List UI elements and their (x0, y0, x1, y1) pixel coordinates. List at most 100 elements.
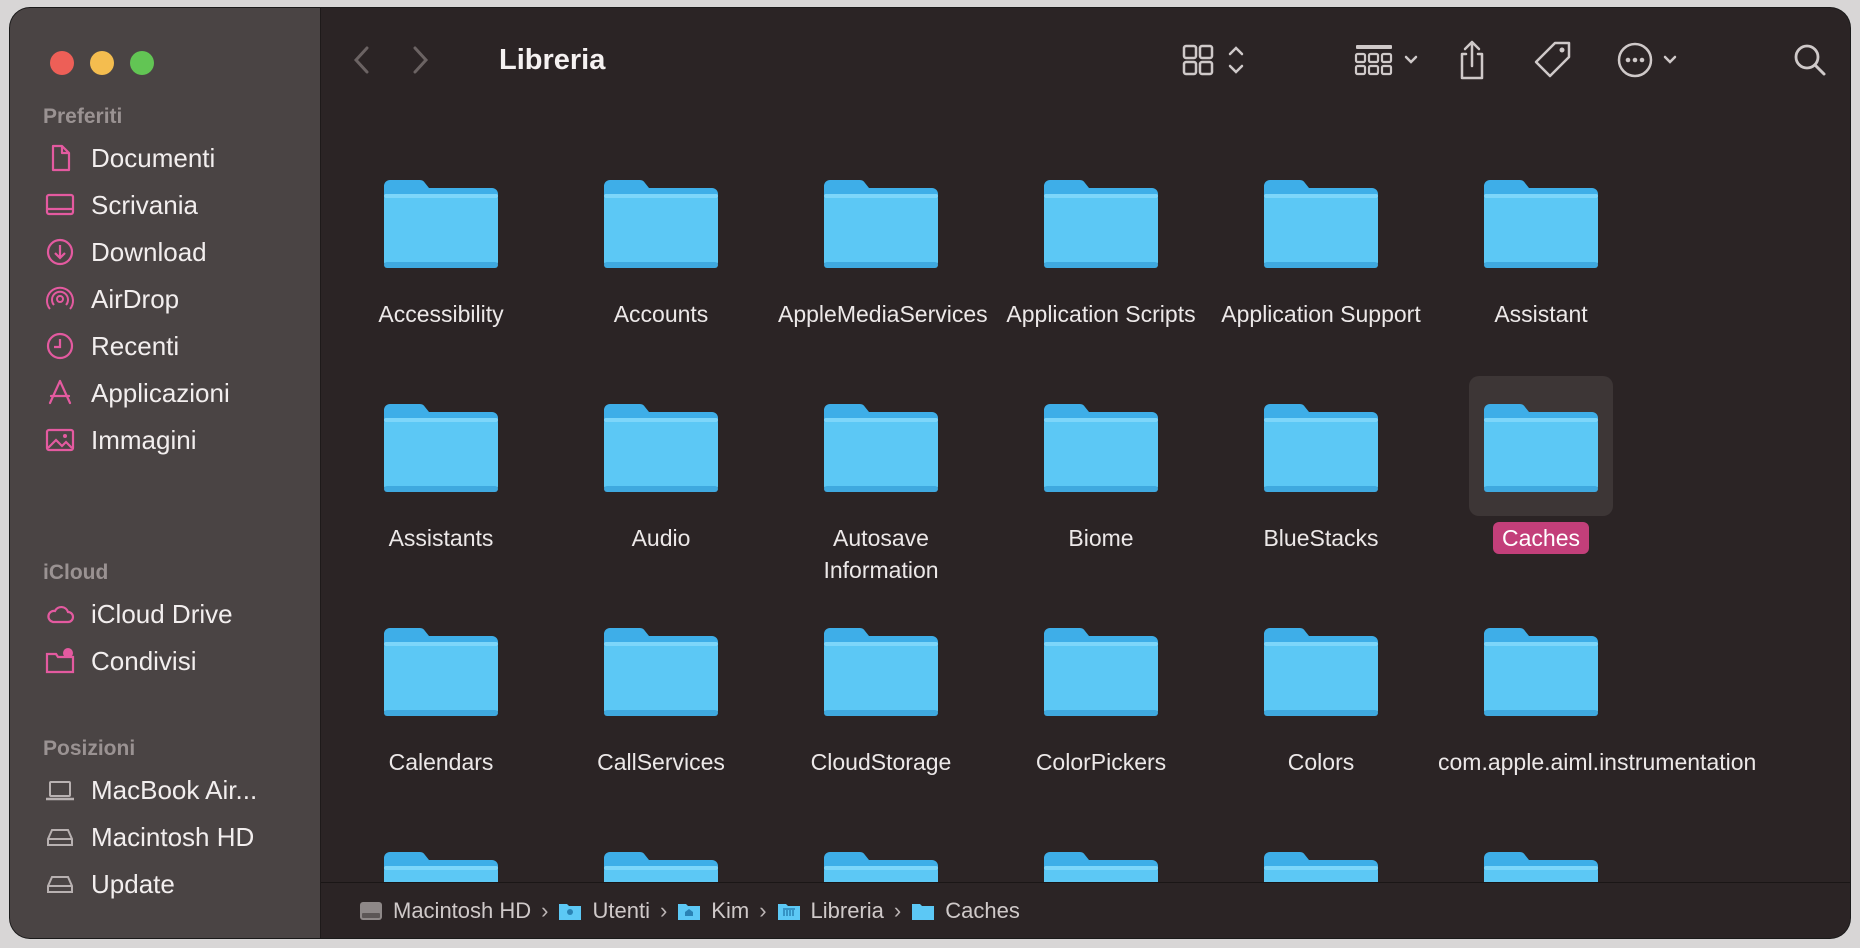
chevron-right-icon: › (541, 897, 549, 923)
folder-item-partial-21[interactable] (996, 824, 1206, 882)
disk-icon (359, 900, 385, 922)
sidebar-item-label: Download (91, 236, 207, 267)
sidebar-item-airdrop[interactable]: AirDrop (43, 277, 303, 321)
more-actions-button[interactable] (1617, 38, 1681, 82)
folder-item-partial-20[interactable] (776, 824, 986, 882)
group-grid-icon (1354, 45, 1418, 76)
path-crumb-kim[interactable]: Kim (677, 898, 749, 924)
folder-item-application-scripts[interactable]: Application Scripts (996, 152, 1206, 330)
folder-item-partial-23[interactable] (1436, 824, 1646, 882)
path-crumb-caches[interactable]: Caches (911, 898, 1020, 924)
folder-label: Accessibility (378, 301, 504, 327)
search-button[interactable] (1790, 38, 1830, 82)
view-mode-button[interactable] (1182, 38, 1252, 82)
folder-item-audio[interactable]: Audio (556, 376, 766, 554)
minimize-window-button[interactable] (90, 51, 114, 75)
folder-icon (1249, 824, 1393, 882)
folder-icon (809, 824, 953, 882)
folder-item-partial-18[interactable] (336, 824, 546, 882)
folder-item-colorpickers[interactable]: ColorPickers (996, 600, 1206, 778)
folder-item-autosave-information[interactable]: Autosave Information (776, 376, 986, 586)
fullscreen-window-button[interactable] (130, 51, 154, 75)
sidebar-item-scrivania[interactable]: Scrivania (43, 183, 303, 227)
folder-label: Biome (1068, 525, 1134, 551)
ellipsis-circle-icon (1617, 42, 1677, 78)
path-crumb-label: Libreria (810, 897, 884, 923)
sidebar-item-condivisi[interactable]: Condivisi (43, 639, 303, 683)
users-folder-icon (558, 900, 584, 922)
folder-item-callservices[interactable]: CallServices (556, 600, 766, 778)
folder-icon (589, 376, 733, 516)
close-window-button[interactable] (50, 51, 74, 75)
chevron-right-icon: › (893, 897, 902, 923)
tag-icon (1534, 41, 1571, 78)
path-crumb-utenti[interactable]: Utenti (558, 897, 650, 924)
back-button[interactable] (347, 38, 377, 82)
folder-item-application-support[interactable]: Application Support (1216, 152, 1426, 330)
folder-item-assistants[interactable]: Assistants (336, 376, 546, 554)
folder-item-cloudstorage[interactable]: CloudStorage (776, 600, 986, 778)
sidebar-item-label: MacBook Air... (91, 774, 258, 805)
folder-item-com-apple-aiml-instrumentation[interactable]: com.apple.aiml.instrumentation (1436, 600, 1756, 778)
photo-icon (43, 423, 77, 457)
folder-label: Calendars (388, 749, 494, 775)
path-crumb-label: Macintosh HD (393, 897, 532, 923)
folder-label: Assistants (388, 525, 494, 551)
sidebar-item-immagini[interactable]: Immagini (43, 418, 303, 462)
sidebar-item-download[interactable]: Download (43, 230, 303, 274)
folder-icon (369, 376, 513, 516)
sidebar-item-macbook-air[interactable]: MacBook Air... (43, 768, 303, 812)
folder-icon (1029, 376, 1173, 516)
shared-folder-icon (43, 644, 77, 678)
folder-icon (1029, 824, 1173, 882)
sidebar-item-applicazioni[interactable]: Applicazioni (43, 371, 303, 415)
sidebar-item-macintosh-hd[interactable]: Macintosh HD (43, 815, 303, 859)
folder-item-calendars[interactable]: Calendars (336, 600, 546, 778)
folder-item-applemediaservices[interactable]: AppleMediaServices (776, 152, 988, 330)
file-grid: Accessibility Accounts AppleMediaServices A… (321, 112, 1850, 882)
desktop-icon (43, 188, 77, 222)
path-crumb-libreria[interactable]: Libreria (777, 898, 884, 924)
folder-icon (1029, 600, 1173, 740)
disk-icon (43, 820, 77, 854)
finder-window: Preferiti Documenti Scrivania Download A… (10, 8, 1850, 938)
folder-label: ColorPickers (1035, 749, 1167, 775)
folder-label: CallServices (597, 749, 725, 775)
sidebar-item-label: iCloud Drive (91, 598, 233, 629)
folder-icon (589, 600, 733, 740)
home-folder-icon (677, 900, 703, 922)
path-crumb-label: Caches (945, 897, 1020, 923)
sidebar-item-label: Immagini (91, 424, 197, 455)
folder-icon (589, 824, 733, 882)
tags-button[interactable] (1531, 38, 1575, 82)
folder-item-assistant[interactable]: Assistant (1436, 152, 1646, 330)
folder-item-bluestacks[interactable]: BlueStacks (1216, 376, 1426, 554)
folder-icon (809, 600, 953, 740)
folder-label: Assistant (1494, 301, 1588, 327)
applications-icon (43, 376, 77, 410)
sidebar-item-recenti[interactable]: Recenti (43, 324, 303, 368)
folder-item-partial-19[interactable] (556, 824, 766, 882)
sidebar-item-icloud-drive[interactable]: iCloud Drive (43, 592, 303, 636)
folder-item-partial-22[interactable] (1216, 824, 1426, 882)
folder-item-caches[interactable]: Caches (1436, 376, 1646, 554)
search-icon (1794, 44, 1826, 76)
folder-item-biome[interactable]: Biome (996, 376, 1206, 554)
sidebar-item-label: AirDrop (91, 283, 180, 314)
share-button[interactable] (1454, 38, 1490, 82)
forward-button[interactable] (405, 38, 435, 82)
path-crumb-macintosh-hd[interactable]: Macintosh HD (359, 898, 531, 924)
folder-label: Accounts (613, 301, 709, 327)
sidebar: Preferiti Documenti Scrivania Download A… (10, 8, 321, 938)
path-crumb-label: Utenti (592, 897, 650, 923)
disk-icon (43, 867, 77, 901)
group-by-button[interactable] (1354, 38, 1420, 82)
share-icon (1460, 40, 1484, 80)
folder-label: CloudStorage (810, 749, 952, 775)
folder-item-accessibility[interactable]: Accessibility (336, 152, 546, 330)
folder-icon (911, 900, 937, 922)
sidebar-item-update[interactable]: Update (43, 862, 303, 906)
sidebar-item-documenti[interactable]: Documenti (43, 136, 303, 180)
folder-item-colors[interactable]: Colors (1216, 600, 1426, 778)
folder-item-accounts[interactable]: Accounts (556, 152, 766, 330)
